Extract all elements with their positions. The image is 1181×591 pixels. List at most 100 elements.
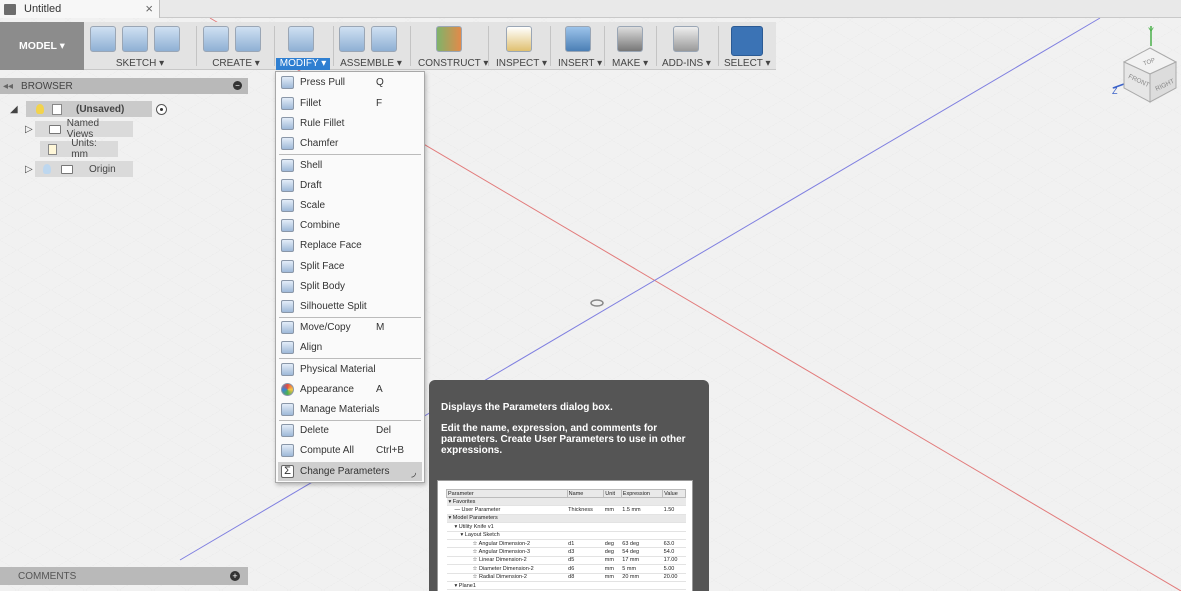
tree-root[interactable]: ◢ (Unsaved) <box>10 101 167 117</box>
menu-item-align[interactable]: Align <box>278 338 422 357</box>
origin-marker[interactable] <box>590 299 604 307</box>
expand-triangle-icon[interactable]: ▷ <box>25 124 35 135</box>
visibility-bulb-icon[interactable] <box>43 164 51 174</box>
parameters-dialog-preview: Parameter Name Unit Expression Value ▾ F… <box>437 480 693 591</box>
offset-plane-icon[interactable] <box>436 26 462 52</box>
viewcube[interactable]: Y Z TOP FRONT RIGHT <box>1110 22 1180 107</box>
menu-item-split-body[interactable]: Split Body <box>278 277 422 296</box>
browser-pin-icon[interactable]: − <box>233 81 242 90</box>
document-tab[interactable]: Untitled × <box>0 0 160 18</box>
menu-item-replace-face[interactable]: Replace Face <box>278 236 422 255</box>
3d-print-icon[interactable] <box>617 26 643 52</box>
table-cell <box>662 531 686 540</box>
add-comment-icon[interactable]: + <box>230 571 240 581</box>
create-menu-label[interactable]: CREATE ▾ <box>203 58 269 69</box>
table-cell: 1.50 <box>662 505 686 515</box>
measure-icon[interactable] <box>506 26 532 52</box>
menu-item-manage-materials[interactable]: Manage Materials <box>278 400 422 419</box>
shell-icon <box>281 159 294 172</box>
table-row: ☆ Angular Dimension-2 d1 deg 63 deg 63.0 <box>446 539 686 549</box>
addins-menu-label[interactable]: ADD-INS ▾ <box>662 58 711 69</box>
menu-item-compute-all[interactable]: Compute All Ctrl+B <box>278 441 422 460</box>
menu-item-appearance[interactable]: Appearance A <box>278 380 422 399</box>
assemble-menu-label[interactable]: ASSEMBLE ▾ <box>339 58 403 69</box>
make-menu-label[interactable]: MAKE ▾ <box>612 58 648 69</box>
modify-menu-label[interactable]: MODIFY ▾ <box>276 58 330 70</box>
units-icon <box>48 143 58 155</box>
inspect-menu-label[interactable]: INSPECT ▾ <box>496 58 547 69</box>
rectangle-icon[interactable] <box>154 26 180 52</box>
make-group[interactable]: MAKE ▾ <box>612 22 648 70</box>
unit-header: Unit <box>603 489 622 498</box>
collapse-panel-icon[interactable]: ◂◂ <box>3 81 13 92</box>
menu-item-press-pull[interactable]: Press Pull Q <box>278 73 422 92</box>
create-sketch-icon[interactable] <box>90 26 116 52</box>
delete-icon <box>281 424 294 437</box>
collapse-triangle-icon[interactable]: ◢ <box>10 104 20 115</box>
expand-triangle-icon[interactable]: ▷ <box>25 164 35 175</box>
assemble-group[interactable]: ASSEMBLE ▾ <box>339 22 403 70</box>
menu-item-chamfer[interactable]: Chamfer <box>278 134 422 153</box>
insert-menu-label[interactable]: INSERT ▾ <box>558 58 602 69</box>
scripts-addins-icon[interactable] <box>673 26 699 52</box>
activate-radio[interactable] <box>156 103 167 115</box>
menu-item-physical-material[interactable]: Physical Material <box>278 360 422 379</box>
select-group[interactable]: SELECT ▾ <box>724 22 771 70</box>
expression-header: Expression <box>620 489 664 498</box>
menu-item-move-copy[interactable]: Move/Copy M <box>278 318 422 337</box>
menu-item-draft[interactable]: Draft <box>278 176 422 195</box>
menu-item-delete[interactable]: Delete Del <box>278 421 422 440</box>
table-cell: 54.0 <box>662 547 686 557</box>
table-cell <box>567 531 604 540</box>
press-pull-toolbar-icon[interactable] <box>288 26 314 52</box>
document-title: Untitled <box>24 3 62 15</box>
addins-group[interactable]: ADD-INS ▾ <box>662 22 711 70</box>
menu-item-silhouette-split[interactable]: Silhouette Split <box>278 297 422 316</box>
menu-item-change-parameters[interactable]: Σ Change Parameters ◞ <box>278 462 422 481</box>
workspace-switcher[interactable]: MODEL ▾ <box>0 22 84 70</box>
insert-group[interactable]: INSERT ▾ <box>558 22 602 70</box>
form-icon[interactable] <box>235 26 261 52</box>
folder-icon <box>49 124 61 134</box>
table-cell: 54 deg <box>621 547 663 557</box>
visibility-bulb-icon[interactable] <box>36 104 44 114</box>
press-pull-icon <box>281 76 294 89</box>
modify-group[interactable]: MODIFY ▾ <box>276 22 330 70</box>
extrude-icon[interactable] <box>203 26 229 52</box>
table-cell: ☆ Linear Dimension-2 <box>446 556 568 566</box>
menu-item-shell[interactable]: Shell <box>278 156 422 175</box>
silhouette-split-icon <box>281 300 294 313</box>
sketch-group[interactable]: SKETCH ▾ <box>90 22 190 70</box>
menu-item-split-face[interactable]: Split Face <box>278 257 422 276</box>
named-views-label: Named Views <box>66 118 100 140</box>
name-header: Name <box>566 489 605 498</box>
tree-item-origin[interactable]: ▷ Origin <box>25 161 133 177</box>
inspect-group[interactable]: INSPECT ▾ <box>496 22 547 70</box>
menu-item-rule-fillet[interactable]: Rule Fillet <box>278 114 422 133</box>
sketch-menu-label[interactable]: SKETCH ▾ <box>90 58 190 69</box>
insert-image-icon[interactable] <box>565 26 591 52</box>
tooltip-description: Edit the name, expression, and comments … <box>441 423 686 456</box>
loading-spinner-icon: ◞ <box>411 464 416 479</box>
table-cell: 17 mm <box>621 556 663 566</box>
tree-item-named-views[interactable]: ▷ Named Views <box>25 118 133 140</box>
select-menu-label[interactable]: SELECT ▾ <box>724 58 771 69</box>
menu-item-scale[interactable]: Scale <box>278 196 422 215</box>
new-component-icon[interactable] <box>339 26 365 52</box>
construct-menu-label[interactable]: CONSTRUCT ▾ <box>418 58 488 69</box>
table-row: — User Parameter Thickness mm 1.5 mm 1.50 <box>446 505 686 515</box>
tree-item-units[interactable]: Units: mm <box>40 138 118 160</box>
comments-label: COMMENTS <box>18 570 77 582</box>
table-cell <box>603 522 622 532</box>
table-cell <box>621 581 663 591</box>
create-group[interactable]: CREATE ▾ <box>203 22 269 70</box>
comments-panel[interactable]: COMMENTS + <box>0 567 248 585</box>
close-tab-icon[interactable]: × <box>145 1 153 16</box>
menu-item-combine[interactable]: Combine <box>278 216 422 235</box>
menu-item-fillet[interactable]: Fillet F <box>278 94 422 113</box>
spline-icon[interactable] <box>122 26 148 52</box>
select-icon[interactable] <box>731 26 763 56</box>
construct-group[interactable]: CONSTRUCT ▾ <box>418 22 488 70</box>
y-axis-label: Y <box>1148 26 1154 36</box>
joint-icon[interactable] <box>371 26 397 52</box>
